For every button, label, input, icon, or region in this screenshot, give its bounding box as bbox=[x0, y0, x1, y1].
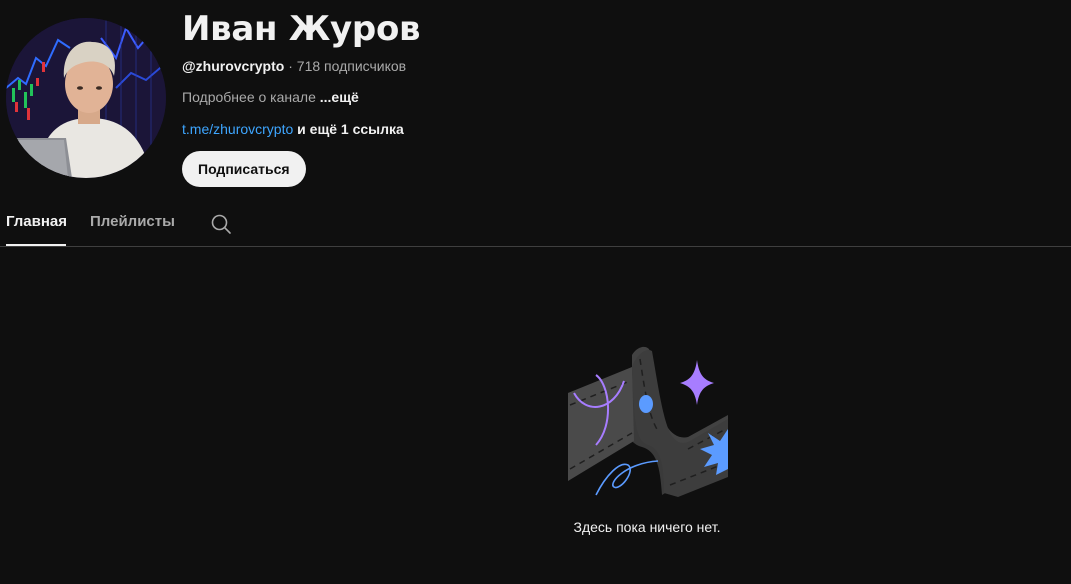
search-icon[interactable] bbox=[210, 213, 232, 235]
meta-separator: · bbox=[284, 58, 297, 74]
channel-info: Иван Журов @zhurovcrypto · 718 подписчик… bbox=[182, 9, 421, 187]
tab-playlists[interactable]: Плейлисты bbox=[90, 200, 175, 246]
empty-state-message: Здесь пока ничего нет. bbox=[573, 519, 721, 535]
channel-description[interactable]: Подробнее о канале ...ещё bbox=[182, 87, 420, 107]
empty-state-illustration bbox=[566, 345, 730, 500]
channel-handle: @zhurovcrypto bbox=[182, 58, 285, 74]
telegram-link[interactable]: t.me/zhurovcrypto bbox=[182, 121, 293, 137]
tab-home[interactable]: Главная bbox=[6, 200, 67, 246]
channel-links: t.me/zhurovcrypto и ещё 1 ссылка bbox=[182, 119, 420, 139]
subscribe-button[interactable]: Подписаться bbox=[182, 151, 306, 187]
channel-page: Иван Журов @zhurovcrypto · 718 подписчик… bbox=[0, 0, 1071, 584]
description-more-link[interactable]: ...ещё bbox=[320, 89, 359, 105]
channel-meta: @zhurovcrypto · 718 подписчиков bbox=[182, 56, 420, 76]
channel-avatar[interactable] bbox=[6, 18, 166, 178]
channel-tabs: Главная Плейлисты bbox=[0, 200, 1071, 247]
subscriber-count: 718 подписчиков bbox=[296, 58, 407, 74]
avatar-image bbox=[6, 18, 166, 178]
more-links-button[interactable]: и ещё 1 ссылка bbox=[297, 121, 404, 137]
description-text: Подробнее о канале bbox=[182, 89, 316, 105]
channel-title: Иван Журов bbox=[182, 9, 421, 49]
